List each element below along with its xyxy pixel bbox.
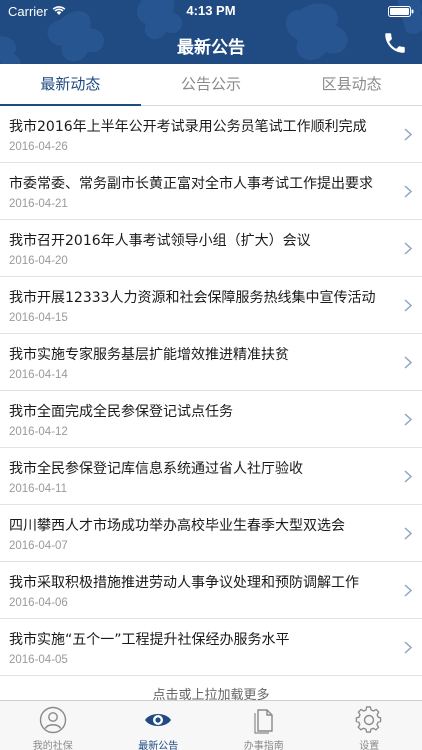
news-title: 我市采取积极措施推进劳动人事争议处理和预防调解工作 [9,575,359,591]
list-item[interactable]: 我市实施专家服务基层扩能增效推进精准扶贫 2016-04-14 [0,334,422,391]
news-date: 2016-04-26 [9,141,68,153]
page-title: 最新公告 [177,38,245,58]
tab-bar: 我的社保 最新公告 办事指南 设置 [0,700,422,750]
news-title: 我市全面完成全民参保登记试点任务 [9,404,233,420]
status-bar: Carrier 4:13 PM [0,0,422,22]
news-date: 2016-04-05 [9,654,68,666]
tabbar-item-settings[interactable]: 设置 [317,701,422,750]
tabbar-item-my-insurance[interactable]: 我的社保 [0,701,106,750]
chevron-right-icon [404,128,412,141]
tabbar-label: 我的社保 [32,741,73,750]
news-date: 2016-04-06 [9,597,68,609]
news-title: 我市召开2016年人事考试领导小组（扩大）会议 [9,233,311,249]
category-tabs: 最新动态 公告公示 区县动态 [0,64,422,106]
tabbar-label: 办事指南 [243,741,284,750]
news-date: 2016-04-20 [9,255,68,267]
news-date: 2016-04-07 [9,540,68,552]
tab-latest[interactable]: 最新动态 [0,64,141,106]
news-title: 我市实施“五个一”工程提升社保经办服务水平 [9,632,290,648]
list-item[interactable]: 四川攀西人才市场成功举办高校毕业生春季大型双选会 2016-04-07 [0,505,422,562]
list-item[interactable]: 我市采取积极措施推进劳动人事争议处理和预防调解工作 2016-04-06 [0,562,422,619]
tab-announcements[interactable]: 公告公示 [141,64,282,105]
chevron-right-icon [404,584,412,597]
list-item[interactable]: 我市全面完成全民参保登记试点任务 2016-04-12 [0,391,422,448]
tabbar-item-guide[interactable]: 办事指南 [211,701,317,750]
list-item[interactable]: 我市开展12333人力资源和社会保障服务热线集中宣传活动 2016-04-15 [0,277,422,334]
chevron-right-icon [404,242,412,255]
header: Carrier 4:13 PM 最新公告 [0,0,422,64]
document-icon [254,709,273,734]
chevron-right-icon [404,299,412,312]
news-title: 四川攀西人才市场成功举办高校毕业生春季大型双选会 [9,518,345,534]
phone-button[interactable] [382,30,408,56]
eye-icon [145,714,172,726]
tabbar-label: 最新公告 [138,741,179,750]
news-date: 2016-04-15 [9,312,68,324]
news-title: 我市开展12333人力资源和社会保障服务热线集中宣传活动 [9,290,376,306]
chevron-right-icon [404,413,412,426]
news-title: 我市2016年上半年公开考试录用公务员笔试工作顺利完成 [9,119,367,135]
list-item[interactable]: 我市召开2016年人事考试领导小组（扩大）会议 2016-04-20 [0,220,422,277]
news-title: 市委常委、常务副市长黄正富对全市人事考试工作提出要求 [9,176,373,192]
news-title: 我市全民参保登记库信息系统通过省人社厅验收 [9,461,303,477]
news-date: 2016-04-11 [9,483,67,495]
list-item[interactable]: 我市全民参保登记库信息系统通过省人社厅验收 2016-04-11 [0,448,422,505]
tab-district[interactable]: 区县动态 [281,64,422,105]
chevron-right-icon [404,356,412,369]
tabbar-label: 设置 [359,741,380,750]
person-icon [39,706,66,734]
gear-icon [355,706,382,733]
news-date: 2016-04-12 [9,426,68,438]
list-item[interactable]: 我市2016年上半年公开考试录用公务员笔试工作顺利完成 2016-04-26 [0,106,422,163]
chevron-right-icon [404,527,412,540]
list-item[interactable]: 我市实施“五个一”工程提升社保经办服务水平 2016-04-05 [0,619,422,676]
chevron-right-icon [404,185,412,198]
news-list: 我市2016年上半年公开考试录用公务员笔试工作顺利完成 2016-04-26 市… [0,106,422,676]
tabbar-item-announcements[interactable]: 最新公告 [106,701,212,750]
chevron-right-icon [404,641,412,654]
news-date: 2016-04-21 [9,198,68,210]
news-title: 我市实施专家服务基层扩能增效推进精准扶贫 [9,347,289,363]
news-date: 2016-04-14 [9,369,68,381]
chevron-right-icon [404,470,412,483]
battery-icon [388,6,414,17]
list-item[interactable]: 市委常委、常务副市长黄正富对全市人事考试工作提出要求 2016-04-21 [0,163,422,220]
status-time: 4:13 PM [186,3,236,18]
